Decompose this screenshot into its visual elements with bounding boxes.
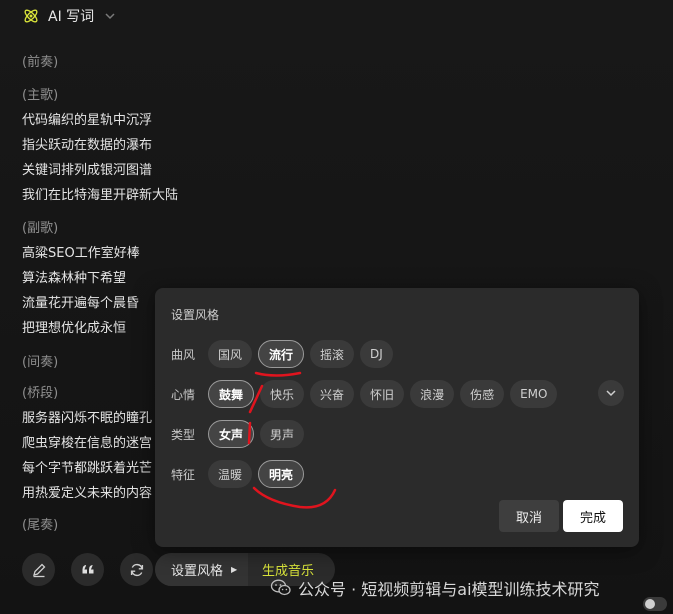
atom-icon <box>24 9 38 23</box>
cancel-button[interactable]: 取消 <box>499 500 559 532</box>
wechat-icon <box>270 579 291 596</box>
watermark-text: 公众号 · 短视频剪辑与ai模型训练技术研究 <box>298 580 600 599</box>
caret-right-icon: ▶ <box>231 565 238 574</box>
toggle-switch[interactable] <box>643 597 667 611</box>
refresh-button[interactable] <box>120 553 153 586</box>
pencil-icon <box>32 563 45 577</box>
lyric-line[interactable]: 高粱SEO工作室好棒 <box>22 241 422 266</box>
chip-bright[interactable]: 明亮 <box>258 460 305 488</box>
watermark: 公众号 · 短视频剪辑与ai模型训练技术研究 <box>270 576 600 600</box>
done-button[interactable]: 完成 <box>563 500 623 532</box>
section-label: (副歌) <box>22 221 59 236</box>
edit-button[interactable] <box>22 553 55 586</box>
lyric-line[interactable]: 指尖跃动在数据的瀑布 <box>22 133 422 158</box>
lyric-line[interactable]: 关键词排列成银河图谱 <box>22 158 422 183</box>
lyric-line[interactable]: 我们在比特海里开辟新大陆 <box>22 183 422 208</box>
row-label: 类型 <box>171 427 196 442</box>
row-label: 曲风 <box>171 347 196 362</box>
row-label: 特征 <box>171 467 196 482</box>
style-row-feature: 特征 温暖 明亮 <box>171 460 305 488</box>
chip-male-voice[interactable]: 男声 <box>260 420 305 448</box>
section-label: (主歌) <box>22 88 59 103</box>
chip-rock[interactable]: 摇滚 <box>310 340 355 368</box>
chip-nostalgic[interactable]: 怀旧 <box>360 380 405 408</box>
quote-icon <box>82 564 93 573</box>
refresh-icon <box>130 563 143 576</box>
quote-button[interactable] <box>71 553 104 586</box>
chevron-down-icon <box>606 390 616 397</box>
style-row-genre: 曲风 国风 流行 摇滚 DJ <box>171 340 393 368</box>
chip-sad[interactable]: 伤感 <box>460 380 505 408</box>
chip-excited[interactable]: 兴奋 <box>310 380 355 408</box>
app-header[interactable]: AI 写词 <box>22 5 116 27</box>
popup-title: 设置风格 <box>171 308 220 322</box>
style-row-voice: 类型 女声 男声 <box>171 420 305 448</box>
chevron-down-icon[interactable] <box>104 10 116 22</box>
chip-warm[interactable]: 温暖 <box>208 460 253 488</box>
chip-guofeng[interactable]: 国风 <box>208 340 253 368</box>
chip-female-voice[interactable]: 女声 <box>208 420 255 448</box>
lyric-line[interactable]: 代码编织的星轨中沉浮 <box>22 108 422 133</box>
section-label: (前奏) <box>22 55 59 70</box>
style-settings-label: 设置风格 <box>171 564 224 579</box>
chip-romantic[interactable]: 浪漫 <box>410 380 455 408</box>
style-settings-popup: 设置风格 曲风 国风 流行 摇滚 DJ 心情 鼓舞 快乐 兴奋 怀旧 浪漫 伤感… <box>155 288 639 547</box>
chip-dj[interactable]: DJ <box>360 340 393 368</box>
chip-happy[interactable]: 快乐 <box>260 380 305 408</box>
chip-inspiring[interactable]: 鼓舞 <box>208 380 255 408</box>
expand-moods-button[interactable] <box>598 380 624 406</box>
chip-pop[interactable]: 流行 <box>258 340 305 368</box>
editor-tools <box>22 553 153 586</box>
chip-emo[interactable]: EMO <box>510 380 558 408</box>
style-row-mood: 心情 鼓舞 快乐 兴奋 怀旧 浪漫 伤感 EMO <box>171 380 558 408</box>
row-label: 心情 <box>171 387 196 402</box>
style-settings-button[interactable]: 设置风格 ▶ <box>155 553 248 586</box>
app-title: AI 写词 <box>48 9 95 25</box>
app-window: AI 写词 (前奏) (主歌) 代码编织的星轨中沉浮 指尖跃动在数据的瀑布 关键… <box>0 0 673 614</box>
